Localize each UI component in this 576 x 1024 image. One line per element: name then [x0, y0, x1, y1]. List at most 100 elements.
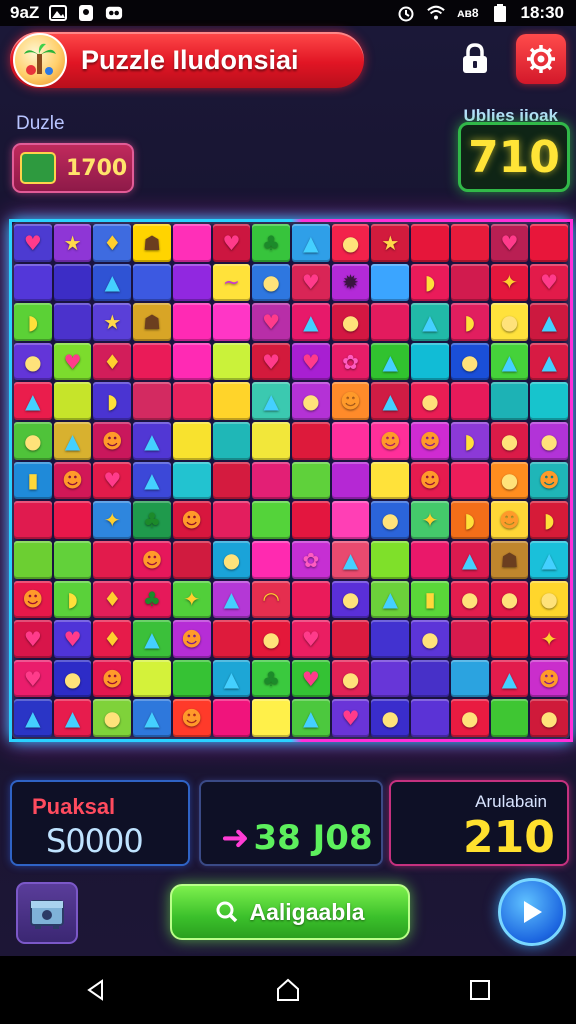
puzzle-tile[interactable]: ◗	[450, 501, 489, 539]
puzzle-tile[interactable]	[252, 461, 290, 500]
puzzle-tile[interactable]: ✹	[331, 263, 370, 302]
puzzle-tile[interactable]: ▲	[490, 659, 529, 698]
puzzle-tile[interactable]: ▲	[490, 342, 529, 381]
puzzle-tile[interactable]	[212, 501, 251, 539]
puzzle-tile[interactable]	[292, 461, 330, 500]
home-button[interactable]	[258, 965, 318, 1015]
puzzle-tile[interactable]: ▲	[371, 382, 410, 421]
puzzle-tile[interactable]: ♥	[490, 224, 529, 262]
puzzle-tile[interactable]: ●	[371, 501, 410, 539]
puzzle-tile[interactable]	[53, 263, 92, 302]
puzzle-tile[interactable]	[53, 540, 92, 579]
puzzle-tile[interactable]	[450, 263, 489, 302]
puzzle-tile[interactable]: ◠	[252, 580, 290, 619]
puzzle-tile[interactable]	[411, 224, 449, 262]
puzzle-tile[interactable]: ♥	[14, 224, 52, 262]
puzzle-tile[interactable]	[411, 342, 449, 381]
puzzle-tile[interactable]: ♥	[212, 224, 251, 262]
puzzle-tile[interactable]: ♥	[53, 620, 92, 658]
puzzle-tile[interactable]: ♥	[292, 263, 330, 302]
puzzle-tile[interactable]: ◗	[411, 263, 449, 302]
puzzle-tile[interactable]: ◗	[530, 501, 568, 539]
puzzle-tile[interactable]: ▲	[371, 342, 410, 381]
puzzle-tile[interactable]: ▲	[292, 303, 330, 341]
puzzle-tile[interactable]: ▲	[133, 620, 171, 658]
puzzle-tile[interactable]	[450, 620, 489, 658]
puzzle-tile[interactable]	[212, 342, 251, 381]
puzzle-tile[interactable]	[14, 540, 52, 579]
puzzle-tile[interactable]: ✦	[530, 620, 568, 658]
puzzle-tile[interactable]: ♥	[93, 461, 132, 500]
puzzle-tile[interactable]: ●	[14, 422, 52, 460]
puzzle-tile[interactable]	[450, 224, 489, 262]
back-button[interactable]	[66, 965, 126, 1015]
puzzle-tile[interactable]: ●	[331, 303, 370, 341]
puzzle-tile[interactable]: ♥	[292, 342, 330, 381]
puzzle-tile[interactable]: ●	[450, 699, 489, 737]
puzzle-tile[interactable]: ☻	[371, 422, 410, 460]
puzzle-tile[interactable]: ♣	[133, 580, 171, 619]
puzzle-tile[interactable]: ▲	[292, 699, 330, 737]
puzzle-tile[interactable]: ●	[14, 342, 52, 381]
puzzle-tile[interactable]	[411, 540, 449, 579]
puzzle-tile[interactable]: ●	[292, 382, 330, 421]
puzzle-tile[interactable]: ☻	[530, 461, 568, 500]
puzzle-tile[interactable]	[371, 540, 410, 579]
puzzle-tile[interactable]	[172, 303, 211, 341]
puzzle-tile[interactable]: ▮	[14, 461, 52, 500]
puzzle-tile[interactable]: ●	[530, 422, 568, 460]
puzzle-tile[interactable]	[14, 263, 52, 302]
puzzle-tile[interactable]: ▲	[450, 540, 489, 579]
puzzle-tile[interactable]: ♦	[93, 224, 132, 262]
puzzle-tile[interactable]	[93, 540, 132, 579]
puzzle-tile[interactable]: ●	[252, 620, 290, 658]
puzzle-tile[interactable]: ◗	[93, 382, 132, 421]
puzzle-tile[interactable]: ☻	[53, 461, 92, 500]
puzzle-tile[interactable]: ♦	[93, 342, 132, 381]
puzzle-tile[interactable]: ♣	[252, 224, 290, 262]
puzzle-tile[interactable]	[331, 501, 370, 539]
puzzle-tile[interactable]	[172, 382, 211, 421]
puzzle-tile[interactable]: ✦	[172, 580, 211, 619]
puzzle-tile[interactable]	[411, 699, 449, 737]
puzzle-tile[interactable]: ♥	[14, 620, 52, 658]
puzzle-tile[interactable]: ●	[450, 580, 489, 619]
puzzle-tile[interactable]	[331, 461, 370, 500]
puzzle-tile[interactable]	[133, 342, 171, 381]
puzzle-tile[interactable]: ♣	[252, 659, 290, 698]
puzzle-tile[interactable]	[53, 501, 92, 539]
puzzle-tile[interactable]: ▲	[212, 580, 251, 619]
puzzle-tile[interactable]: ▲	[530, 540, 568, 579]
puzzle-tile[interactable]: ☻	[93, 422, 132, 460]
puzzle-tile[interactable]: ◗	[53, 580, 92, 619]
puzzle-tile[interactable]: ☗	[133, 224, 171, 262]
puzzle-tile[interactable]	[172, 224, 211, 262]
puzzle-tile[interactable]: ☻	[14, 580, 52, 619]
recents-button[interactable]	[450, 965, 510, 1015]
puzzle-tile[interactable]	[133, 263, 171, 302]
puzzle-tile[interactable]: ♥	[292, 620, 330, 658]
puzzle-tile[interactable]: ▲	[252, 382, 290, 421]
puzzle-tile[interactable]: ▲	[53, 422, 92, 460]
puzzle-tile[interactable]	[14, 501, 52, 539]
puzzle-tile[interactable]: ▲	[133, 461, 171, 500]
puzzle-tile[interactable]	[212, 382, 251, 421]
puzzle-tile[interactable]	[411, 659, 449, 698]
puzzle-tile[interactable]	[172, 540, 211, 579]
puzzle-tile[interactable]	[252, 422, 290, 460]
puzzle-tile[interactable]: ●	[490, 580, 529, 619]
puzzle-tile[interactable]: ♥	[252, 303, 290, 341]
puzzle-tile[interactable]: ☻	[411, 461, 449, 500]
puzzle-tile[interactable]	[371, 263, 410, 302]
puzzle-tile[interactable]	[133, 659, 171, 698]
puzzle-tile[interactable]: ☻	[411, 422, 449, 460]
lock-button[interactable]	[450, 34, 500, 84]
puzzle-tile[interactable]	[212, 699, 251, 737]
puzzle-tile[interactable]: ✦	[490, 263, 529, 302]
puzzle-tile[interactable]	[292, 422, 330, 460]
puzzle-tile[interactable]: ♥	[292, 659, 330, 698]
puzzle-tile[interactable]	[490, 699, 529, 737]
coin-counter[interactable]: 1700	[12, 143, 134, 193]
settings-button[interactable]	[516, 34, 566, 84]
puzzle-tile[interactable]: ♥	[14, 659, 52, 698]
